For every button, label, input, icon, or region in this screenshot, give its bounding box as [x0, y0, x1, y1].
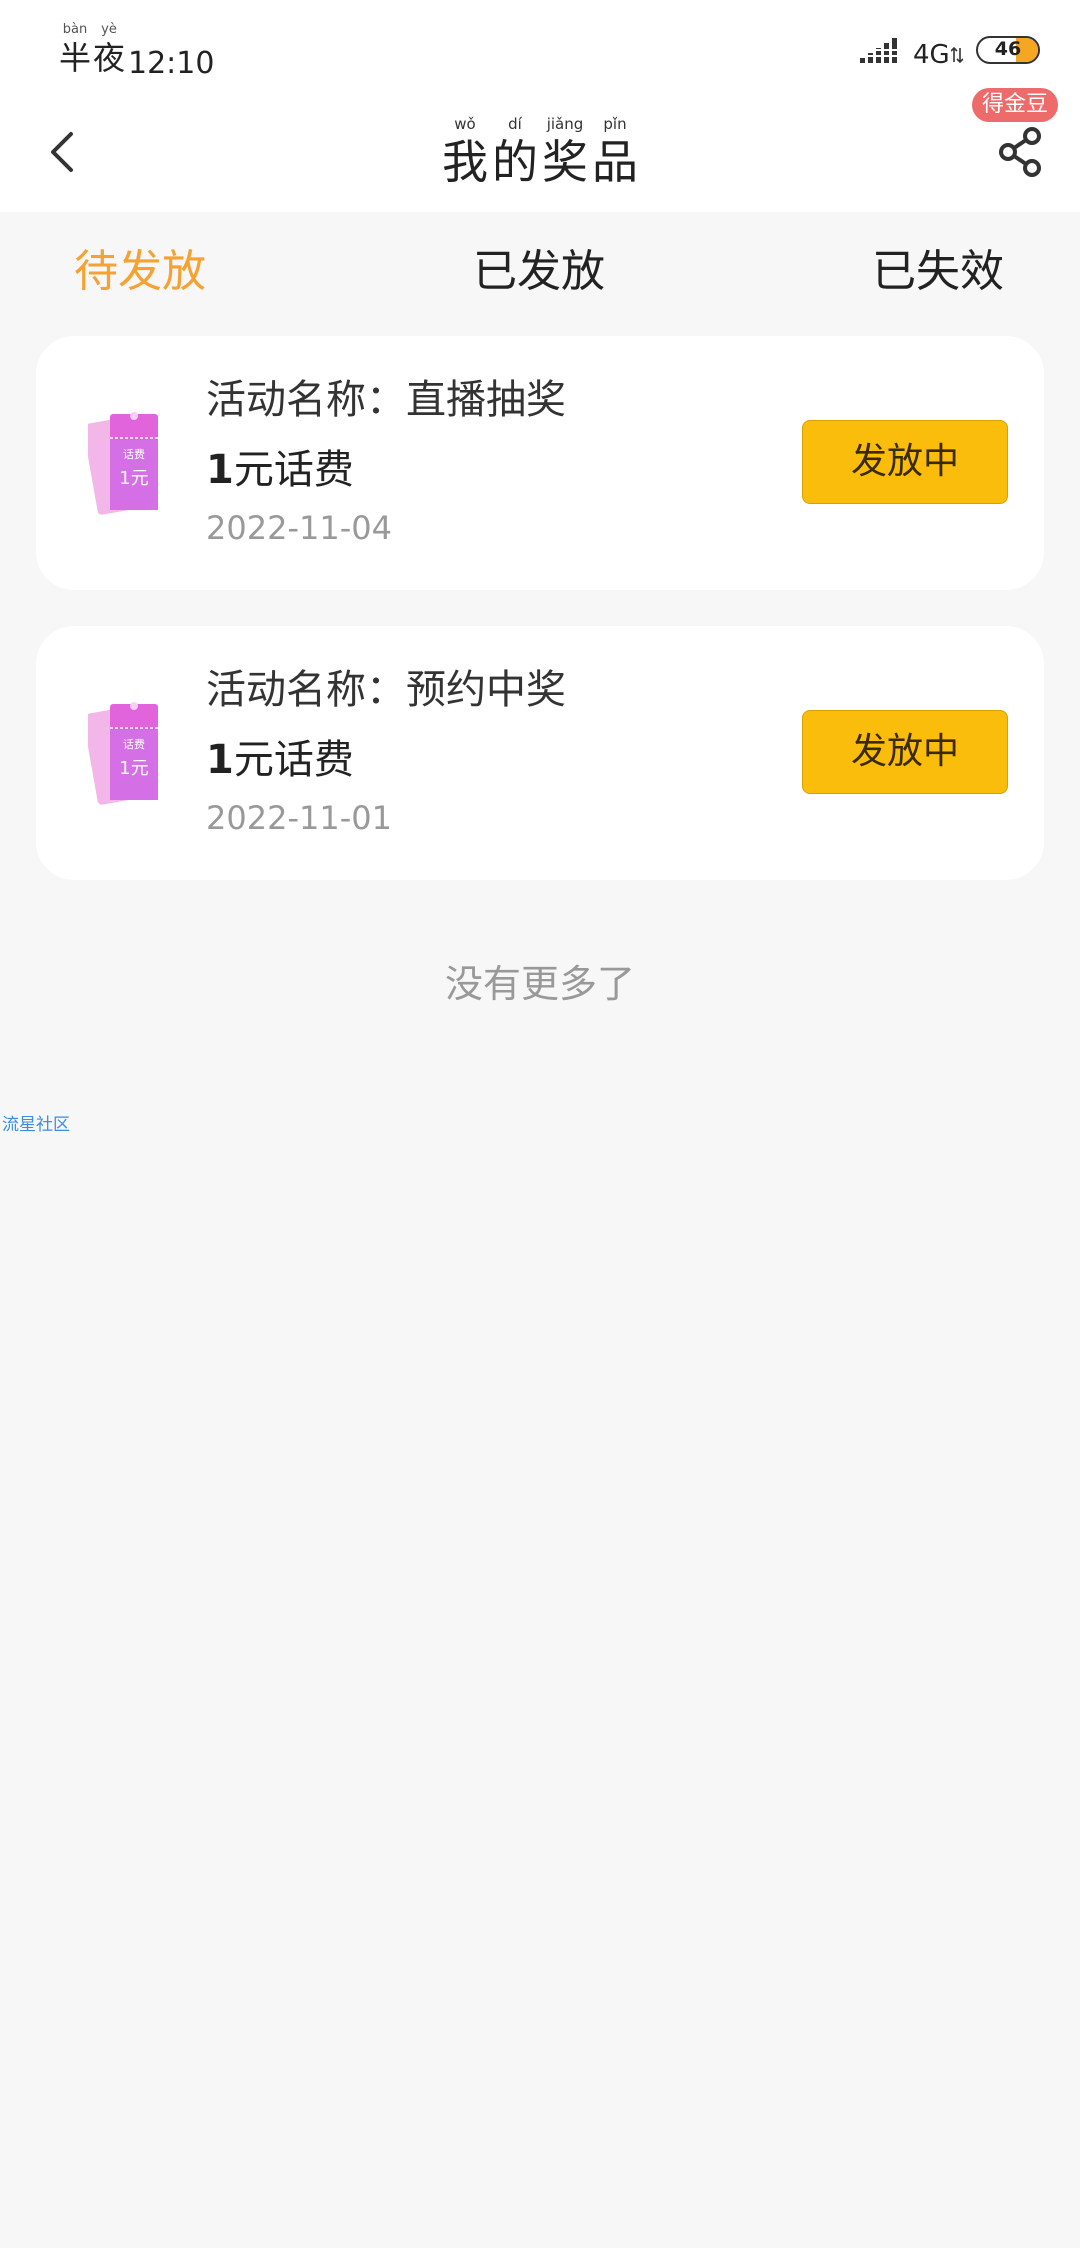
data-arrows-icon: [951, 46, 963, 64]
screen: bàn 半 yè 夜 12:10 4G 46 wǒ 我 dí 的 jiǎng 奖…: [0, 0, 1080, 2248]
issuing-status-button[interactable]: 发放中: [802, 710, 1008, 794]
title-pinyin: wǒ: [454, 115, 476, 133]
title-pinyin: jiǎng: [546, 115, 584, 133]
title-char-2: dí 的: [490, 114, 540, 190]
signal-icon: [860, 38, 897, 63]
ticket-label: 话费: [123, 738, 145, 751]
back-button[interactable]: [30, 120, 94, 184]
ticket-value: 1元: [119, 468, 148, 489]
status-bar: bàn 半 yè 夜 12:10 4G 46: [0, 0, 1080, 100]
prize-name: 1元话费: [206, 442, 354, 498]
ticket-value: 1元: [119, 758, 148, 779]
title-hanzi: 我: [442, 135, 488, 189]
watermark-text: 流星社区: [2, 1115, 70, 1135]
phone-credit-ticket-icon: 话费 1元: [88, 702, 158, 805]
title-pinyin: pǐn: [603, 115, 627, 133]
period-pinyin: yè: [101, 22, 117, 37]
tab-expired[interactable]: 已失效: [872, 242, 1004, 302]
title-char-4: pǐn 品: [590, 114, 640, 190]
no-more-text: 没有更多了: [444, 962, 635, 1006]
period-char-2: yè 夜: [92, 22, 126, 78]
tab-pending[interactable]: 待发放: [74, 242, 206, 302]
title-pinyin: dí: [508, 115, 522, 133]
tab-issued[interactable]: 已发放: [473, 242, 605, 302]
battery-icon: 46: [976, 36, 1040, 64]
period-char: 半: [58, 39, 91, 77]
page-title: wǒ 我 dí 的 jiǎng 奖 pǐn 品: [440, 114, 640, 194]
prize-card: 话费 1元 活动名称：直播抽奖 1元话费 2022-11-04 发放中: [36, 336, 1044, 590]
period-char: 夜: [92, 39, 125, 77]
prize-amount: 1: [206, 447, 234, 493]
earn-coins-badge[interactable]: 得金豆: [972, 88, 1059, 122]
prize-amount: 1: [206, 737, 234, 783]
share-icon: [999, 127, 1041, 177]
period-char-1: bàn 半: [58, 22, 92, 78]
issuing-status-button[interactable]: 发放中: [802, 420, 1008, 504]
prize-date: 2022-11-04: [206, 509, 392, 547]
title-char-3: jiǎng 奖: [540, 114, 590, 190]
phone-credit-ticket-icon: 话费 1元: [88, 412, 158, 515]
share-button[interactable]: [990, 122, 1050, 182]
prize-unit: 元话费: [233, 737, 354, 783]
prize-name: 1元话费: [206, 732, 354, 788]
chevron-left-icon: [51, 132, 73, 172]
period-pinyin: bàn: [62, 22, 88, 37]
activity-name: 活动名称：预约中奖: [206, 667, 566, 713]
ticket-label: 话费: [123, 448, 145, 461]
header: wǒ 我 dí 的 jiǎng 奖 pǐn 品 得金豆: [0, 88, 1080, 212]
prize-date: 2022-11-01: [206, 799, 392, 837]
title-hanzi: 品: [592, 135, 638, 189]
prize-unit: 元话费: [233, 447, 354, 493]
activity-name: 活动名称：直播抽奖: [206, 377, 566, 423]
title-hanzi: 奖: [542, 135, 588, 189]
title-char-1: wǒ 我: [440, 114, 490, 190]
prize-card: 话费 1元 活动名称：预约中奖 1元话费 2022-11-01 发放中: [36, 626, 1044, 880]
tab-bar: 待发放 已发放 已失效: [0, 212, 1080, 332]
title-hanzi: 的: [492, 135, 538, 189]
network-type: 4G: [913, 40, 950, 70]
battery-level: 46: [994, 38, 1022, 60]
clock-time: 12:10: [128, 46, 215, 81]
